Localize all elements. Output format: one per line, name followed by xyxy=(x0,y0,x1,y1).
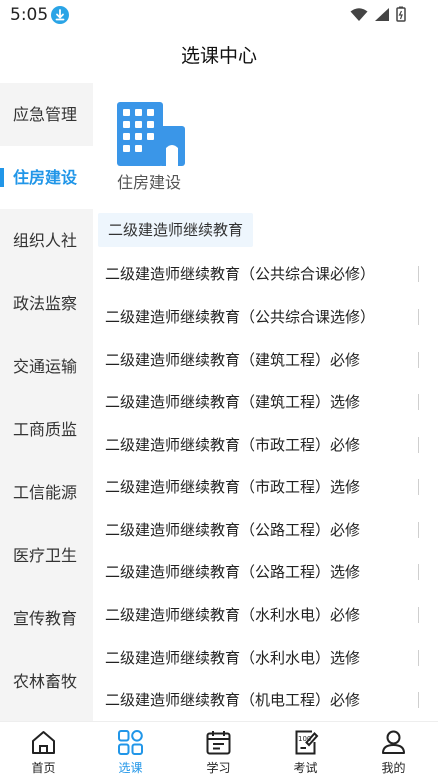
category-sidebar: 应急管理 住房建设 组织人社 政法监察 交通运输 工商质监 工信能源 医疗卫生 … xyxy=(0,83,93,721)
sidebar-item-transport[interactable]: 交通运输 xyxy=(0,335,93,398)
course-item[interactable]: 二级建造师继续教育（建筑工程）必修 xyxy=(105,339,435,381)
nav-label: 选课 xyxy=(118,761,143,775)
sidebar-item-organization[interactable]: 组织人社 xyxy=(0,209,93,272)
nav-course-select[interactable]: 选课 xyxy=(87,722,174,779)
sidebar-item-label: 农林畜牧 xyxy=(13,672,78,691)
svg-text:100: 100 xyxy=(298,735,311,743)
sidebar-item-industry[interactable]: 工信能源 xyxy=(0,461,93,524)
course-item[interactable]: 二级建造师继续教育（市政工程）选修 xyxy=(105,466,435,508)
course-item[interactable]: 二级建造师继续教育（机电工程）必修 xyxy=(105,679,435,721)
sidebar-item-label: 医疗卫生 xyxy=(13,546,78,565)
course-item[interactable]: 二级建造师继续教育（公路工程）选修 xyxy=(105,551,435,593)
download-icon xyxy=(51,6,69,24)
sidebar-item-label: 政法监察 xyxy=(13,294,78,313)
wifi-icon xyxy=(350,7,368,26)
grid-icon xyxy=(117,729,144,756)
sidebar-item-label: 宣传教育 xyxy=(13,609,78,628)
nav-label: 我的 xyxy=(381,761,406,775)
course-item[interactable]: 二级建造师继续教育（水利水电）选修 xyxy=(105,637,435,679)
page-title: 选课中心 xyxy=(180,45,257,67)
sidebar-item-label: 组织人社 xyxy=(13,231,78,250)
sidebar-item-agriculture[interactable]: 农林畜牧 xyxy=(0,650,93,713)
course-item[interactable]: 二级建造师继续教育（公共综合课必修） xyxy=(105,253,435,295)
course-item[interactable]: 二级建造师继续教育（公共综合课选修） xyxy=(105,296,435,338)
sidebar-item-legal[interactable]: 政法监察 xyxy=(0,272,93,335)
category-title: 住房建设 xyxy=(117,173,182,192)
sidebar-item-label: 工商质监 xyxy=(13,420,78,439)
sidebar-item-housing[interactable]: 住房建设 xyxy=(0,146,93,209)
status-time: 5:05 xyxy=(10,5,49,25)
battery-icon xyxy=(396,6,406,26)
sidebar-item-emergency[interactable]: 应急管理 xyxy=(0,83,93,146)
status-bar: 5:05 xyxy=(0,0,438,30)
home-icon xyxy=(30,729,57,756)
nav-label: 首页 xyxy=(31,761,56,775)
nav-profile[interactable]: 我的 xyxy=(350,722,437,779)
exam-icon: 100 xyxy=(292,729,319,756)
nav-label: 考试 xyxy=(293,761,318,775)
sidebar-item-education[interactable]: 宣传教育 xyxy=(0,587,93,650)
nav-label: 学习 xyxy=(206,761,231,775)
signal-icon xyxy=(374,7,390,26)
calendar-icon xyxy=(205,729,232,756)
sidebar-item-health[interactable]: 医疗卫生 xyxy=(0,524,93,587)
sidebar-item-label: 工信能源 xyxy=(13,483,78,502)
course-item[interactable]: 二级建造师继续教育（市政工程）必修 xyxy=(105,424,435,466)
sidebar-item-label: 应急管理 xyxy=(13,105,78,124)
course-item[interactable]: 二级建造师继续教育（建筑工程）选修 xyxy=(105,381,435,423)
sidebar-item-label: 住房建设 xyxy=(13,168,78,187)
sidebar-item-commerce[interactable]: 工商质监 xyxy=(0,398,93,461)
course-content: 住房建设 二级建造师继续教育 二级建造师继续教育（公共综合课必修） 二级建造师继… xyxy=(93,83,438,721)
sub-category-header[interactable]: 二级建造师继续教育 xyxy=(98,213,254,247)
nav-home[interactable]: 首页 xyxy=(0,722,87,779)
course-item[interactable]: 二级建造师继续教育（水利水电）必修 xyxy=(105,594,435,636)
course-item[interactable]: 二级建造师继续教育（公路工程）必修 xyxy=(105,509,435,551)
building-icon xyxy=(115,100,187,168)
user-icon xyxy=(380,729,407,756)
bottom-nav: 首页 选课 学习 100 考试 我的 xyxy=(0,721,438,779)
nav-exam[interactable]: 100 考试 xyxy=(262,722,349,779)
sidebar-item-label: 交通运输 xyxy=(13,357,78,376)
nav-study[interactable]: 学习 xyxy=(175,722,262,779)
